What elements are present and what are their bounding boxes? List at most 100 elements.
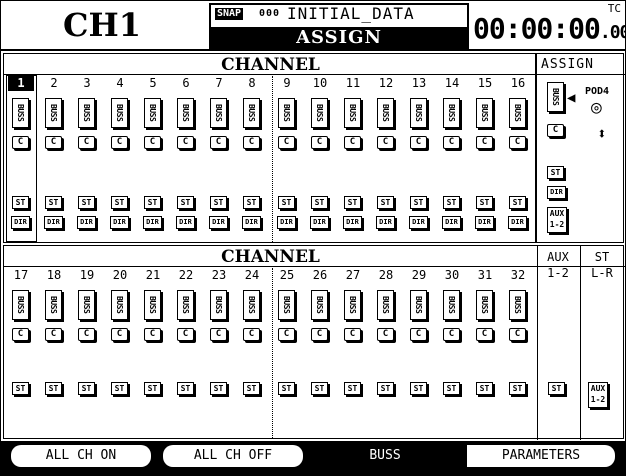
st-button-ch18[interactable]: ST [45, 382, 62, 395]
st-button-ch5[interactable]: ST [144, 196, 161, 209]
st-button-ch8[interactable]: ST [243, 196, 260, 209]
c-button-ch28[interactable]: C [377, 328, 394, 341]
buss-button-ch14[interactable]: BUSS [443, 98, 460, 128]
channel-number-12[interactable]: 12 [373, 76, 399, 91]
c-button-ch32[interactable]: C [509, 328, 526, 341]
c-button-ch23[interactable]: C [210, 328, 227, 341]
aux-st-button[interactable]: ST [548, 382, 565, 395]
c-button-ch10[interactable]: C [311, 136, 328, 149]
channel-number-31[interactable]: 31 [472, 268, 498, 283]
c-button-ch6[interactable]: C [177, 136, 194, 149]
buss-button-ch21[interactable]: BUSS [144, 290, 161, 320]
c-button-ch3[interactable]: C [78, 136, 95, 149]
dir-button-ch6[interactable]: DIR [176, 216, 195, 229]
buss-button-ch29[interactable]: BUSS [410, 290, 427, 320]
channel-number-23[interactable]: 23 [206, 268, 232, 283]
st-button-ch29[interactable]: ST [410, 382, 427, 395]
st-button-ch25[interactable]: ST [278, 382, 295, 395]
channel-number-25[interactable]: 25 [274, 268, 300, 283]
dir-button-ch13[interactable]: DIR [409, 216, 428, 229]
st-button-ch19[interactable]: ST [78, 382, 95, 395]
channel-number-17[interactable]: 17 [8, 268, 34, 283]
st-button-ch6[interactable]: ST [177, 196, 194, 209]
c-button-ch11[interactable]: C [344, 136, 361, 149]
buss-button-ch24[interactable]: BUSS [243, 290, 260, 320]
st-button-ch15[interactable]: ST [476, 196, 493, 209]
st-button-ch2[interactable]: ST [45, 196, 62, 209]
dir-button-ch9[interactable]: DIR [277, 216, 296, 229]
channel-number-2[interactable]: 2 [41, 76, 67, 91]
buss-button-ch6[interactable]: BUSS [177, 98, 194, 128]
c-button-ch30[interactable]: C [443, 328, 460, 341]
st-button-ch14[interactable]: ST [443, 196, 460, 209]
channel-number-24[interactable]: 24 [239, 268, 265, 283]
buss-button-ch2[interactable]: BUSS [45, 98, 62, 128]
channel-number-20[interactable]: 20 [107, 268, 133, 283]
channel-number-18[interactable]: 18 [41, 268, 67, 283]
buss-button-ch3[interactable]: BUSS [78, 98, 95, 128]
buss-button-ch30[interactable]: BUSS [443, 290, 460, 320]
st-button-ch23[interactable]: ST [210, 382, 227, 395]
buss-button-ch4[interactable]: BUSS [111, 98, 128, 128]
side-c-button[interactable]: C [547, 124, 564, 137]
buss-button-ch19[interactable]: BUSS [78, 290, 95, 320]
c-button-ch22[interactable]: C [177, 328, 194, 341]
channel-number-15[interactable]: 15 [472, 76, 498, 91]
st-button-ch26[interactable]: ST [311, 382, 328, 395]
buss-button-ch31[interactable]: BUSS [476, 290, 493, 320]
channel-number-8[interactable]: 8 [239, 76, 265, 91]
dir-button-ch8[interactable]: DIR [242, 216, 261, 229]
tab-buss[interactable]: BUSS [315, 445, 455, 467]
c-button-ch18[interactable]: C [45, 328, 62, 341]
buss-button-ch23[interactable]: BUSS [210, 290, 227, 320]
c-button-ch15[interactable]: C [476, 136, 493, 149]
c-button-ch26[interactable]: C [311, 328, 328, 341]
buss-button-ch12[interactable]: BUSS [377, 98, 394, 128]
c-button-ch5[interactable]: C [144, 136, 161, 149]
buss-button-ch32[interactable]: BUSS [509, 290, 526, 320]
c-button-ch24[interactable]: C [243, 328, 260, 341]
channel-number-21[interactable]: 21 [140, 268, 166, 283]
buss-button-ch18[interactable]: BUSS [45, 290, 62, 320]
channel-number-22[interactable]: 22 [173, 268, 199, 283]
channel-number-10[interactable]: 10 [307, 76, 333, 91]
channel-number-28[interactable]: 28 [373, 268, 399, 283]
side-st-button[interactable]: ST [547, 166, 564, 179]
buss-button-ch5[interactable]: BUSS [144, 98, 161, 128]
c-button-ch7[interactable]: C [210, 136, 227, 149]
c-button-ch8[interactable]: C [243, 136, 260, 149]
buss-button-ch8[interactable]: BUSS [243, 98, 260, 128]
st-button-ch3[interactable]: ST [78, 196, 95, 209]
st-button-ch12[interactable]: ST [377, 196, 394, 209]
buss-button-ch25[interactable]: BUSS [278, 290, 295, 320]
buss-button-ch28[interactable]: BUSS [377, 290, 394, 320]
channel-number-19[interactable]: 19 [74, 268, 100, 283]
st-aux-button[interactable]: AUX 1-2 [588, 382, 608, 408]
st-button-ch16[interactable]: ST [509, 196, 526, 209]
buss-button-ch10[interactable]: BUSS [311, 98, 328, 128]
channel-number-4[interactable]: 4 [107, 76, 133, 91]
channel-number-11[interactable]: 11 [340, 76, 366, 91]
st-button-ch10[interactable]: ST [311, 196, 328, 209]
dir-button-ch10[interactable]: DIR [310, 216, 329, 229]
st-button-ch24[interactable]: ST [243, 382, 260, 395]
channel-number-6[interactable]: 6 [173, 76, 199, 91]
c-button-ch17[interactable]: C [12, 328, 29, 341]
all-ch-off-button[interactable]: ALL CH OFF [163, 445, 303, 467]
c-button-ch14[interactable]: C [443, 136, 460, 149]
c-button-ch9[interactable]: C [278, 136, 295, 149]
side-buss-button[interactable]: BUSS [547, 82, 564, 112]
buss-button-ch16[interactable]: BUSS [509, 98, 526, 128]
channel-number-3[interactable]: 3 [74, 76, 100, 91]
dir-button-ch7[interactable]: DIR [209, 216, 228, 229]
c-button-ch21[interactable]: C [144, 328, 161, 341]
st-button-ch9[interactable]: ST [278, 196, 295, 209]
channel-number-29[interactable]: 29 [406, 268, 432, 283]
channel-number-27[interactable]: 27 [340, 268, 366, 283]
buss-button-ch9[interactable]: BUSS [278, 98, 295, 128]
st-button-ch17[interactable]: ST [12, 382, 29, 395]
c-button-ch19[interactable]: C [78, 328, 95, 341]
buss-button-ch26[interactable]: BUSS [311, 290, 328, 320]
c-button-ch25[interactable]: C [278, 328, 295, 341]
buss-button-ch15[interactable]: BUSS [476, 98, 493, 128]
